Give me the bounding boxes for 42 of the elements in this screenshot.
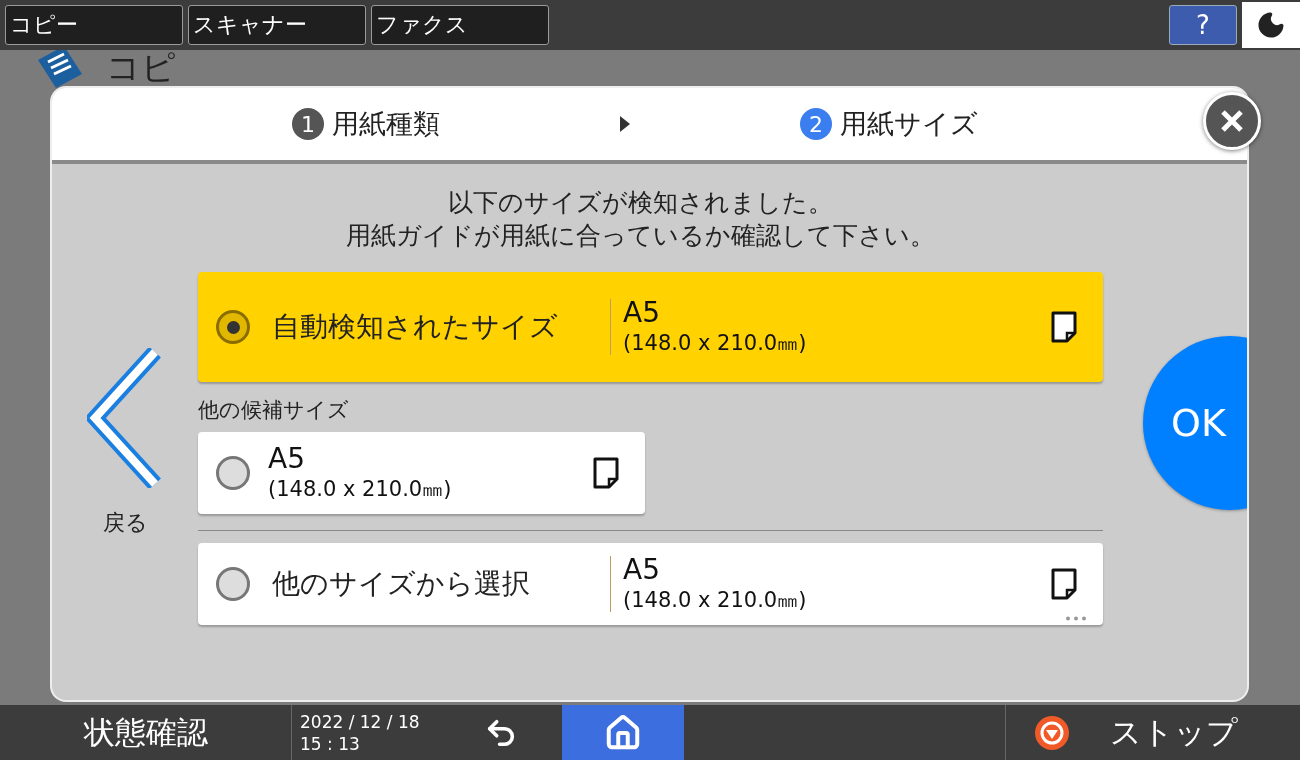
back-button[interactable]: 戻る	[87, 348, 163, 538]
time-text: 15 : 13	[300, 732, 361, 755]
status-button[interactable]: 状態確認	[0, 705, 292, 760]
instruction-text: 以下のサイズが検知されました。 用紙ガイドが用紙に合っているか確認して下さい。	[345, 187, 936, 252]
sleep-button[interactable]	[1242, 2, 1300, 48]
size-dimensions: (148.0 x 210.0㎜)	[623, 330, 808, 357]
more-icon	[1065, 616, 1087, 621]
mode-tab[interactable]: スキャナー	[188, 5, 366, 45]
close-icon	[1220, 109, 1244, 133]
size-option[interactable]: 自動検知されたサイズ A5 (148.0 x 210.0㎜)	[198, 272, 1103, 382]
step-label: 用紙種類	[332, 107, 440, 141]
size-option[interactable]: 他のサイズから選択 A5 (148.0 x 210.0㎜)	[198, 543, 1103, 625]
mode-tab[interactable]: コピー	[5, 5, 183, 45]
paper-icon	[593, 457, 619, 489]
size-name: A5	[623, 297, 661, 329]
stop-button[interactable]: ストップ	[1005, 705, 1300, 760]
radio-button[interactable]	[216, 310, 250, 344]
ok-button[interactable]: OK	[1143, 336, 1247, 510]
help-button[interactable]: ?	[1169, 5, 1237, 45]
moon-icon	[1256, 10, 1286, 40]
screen-title: コピ	[106, 50, 176, 89]
date-text: 2022 / 12 / 18	[300, 710, 421, 733]
size-dimensions: (148.0 x 210.0㎜)	[623, 587, 808, 614]
size-dimensions: (148.0 x 210.0㎜)	[268, 476, 453, 503]
mode-tab[interactable]: ファクス	[371, 5, 549, 45]
step-arrow-icon	[620, 116, 630, 132]
size-option[interactable]: A5 (148.0 x 210.0㎜)	[198, 432, 645, 514]
size-name: A5	[623, 554, 661, 586]
home-button[interactable]	[562, 705, 684, 760]
paper-icon	[1051, 568, 1077, 600]
stop-icon	[1034, 714, 1070, 751]
step-number: 1	[292, 108, 324, 140]
home-icon	[604, 713, 642, 752]
radio-button[interactable]	[216, 567, 250, 601]
size-name: A5	[268, 443, 306, 475]
step-label: 用紙サイズ	[840, 107, 978, 141]
section-heading: 他の候補サイズ	[198, 397, 350, 424]
radio-button[interactable]	[216, 456, 250, 490]
step-number: 2	[800, 108, 832, 140]
paper-icon	[1051, 311, 1077, 343]
option-label: 他のサイズから選択	[272, 566, 531, 602]
option-label: 自動検知されたサイズ	[272, 309, 559, 345]
